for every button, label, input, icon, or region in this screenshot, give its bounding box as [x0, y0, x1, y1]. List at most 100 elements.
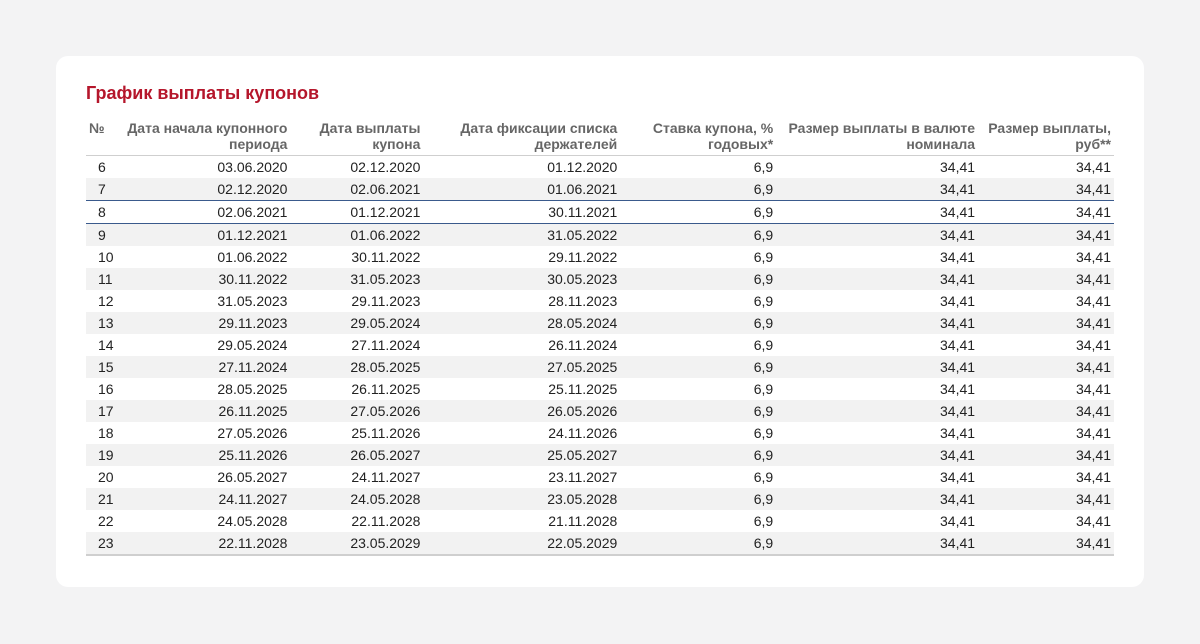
cell-payment-date: 26.05.2027	[290, 444, 424, 466]
cell-record-date: 28.05.2024	[423, 312, 621, 334]
cell-coupon-rate: 6,9	[753, 337, 774, 353]
cell-payment-date: 02.06.2021	[290, 178, 424, 201]
cell-record-date: 01.12.2020	[547, 159, 618, 175]
cell-number: 12	[98, 293, 114, 309]
table-row: 15 27.11.2024 28.05.2025 27.05.2025 6,9 34,41…	[86, 356, 1114, 378]
cell-amount-rub: 34,41	[1075, 293, 1111, 309]
cell-amount-currency: 34,41	[776, 268, 979, 290]
cell-record-date: 23.05.2028	[423, 488, 621, 510]
cell-number: 16	[98, 381, 114, 397]
cell-period-start: 28.05.2025	[217, 381, 288, 397]
cell-coupon-rate: 6,9	[620, 178, 777, 201]
cell-amount-rub: 34,41	[1075, 469, 1111, 485]
cell-number: 11	[86, 268, 117, 290]
cell-amount-rub: 34,41	[1075, 249, 1111, 265]
cell-payment-date: 28.05.2025	[290, 356, 424, 378]
column-header-number: №	[86, 118, 117, 156]
cell-amount-currency: 34,41	[776, 444, 979, 466]
cell-period-start: 02.12.2020	[116, 178, 291, 201]
cell-period-start: 27.05.2026	[217, 425, 288, 441]
cell-record-date: 28.11.2023	[548, 293, 618, 309]
cell-payment-date: 29.11.2023	[351, 293, 421, 309]
cell-record-date: 29.11.2022	[548, 249, 618, 265]
table-row: 9 01.12.2021 01.06.2022 31.05.2022 6,9 34,41 3…	[86, 223, 1114, 246]
column-header-amount-currency: Размер выплаты в валюте номинала	[776, 118, 979, 156]
table-row: 8 02.06.2021 01.12.2021 30.11.2021 6,9 34,41 3…	[86, 200, 1114, 224]
cell-record-date: 30.11.2021	[423, 200, 621, 224]
cell-amount-rub: 34,41	[1075, 425, 1111, 441]
cell-coupon-rate: 6,9	[753, 159, 774, 175]
cell-period-start: 24.11.2027	[116, 488, 291, 510]
column-header-coupon-rate: Ставка купона, % годовых*	[620, 118, 777, 156]
cell-amount-currency: 34,41	[940, 469, 976, 485]
cell-amount-rub: 34,41	[978, 532, 1114, 556]
cell-amount-currency: 34,41	[776, 312, 979, 334]
cell-number: 10	[98, 249, 114, 265]
cell-amount-currency: 34,41	[776, 532, 979, 556]
cell-amount-currency: 34,41	[776, 178, 979, 201]
cell-record-date: 25.11.2025	[548, 381, 618, 397]
cell-period-start: 02.06.2021	[116, 200, 291, 224]
cell-record-date: 30.05.2023	[423, 268, 621, 290]
cell-record-date: 27.05.2025	[423, 356, 621, 378]
cell-amount-rub: 34,41	[1075, 381, 1111, 397]
cell-payment-date: 01.06.2022	[290, 223, 424, 246]
cell-amount-rub: 34,41	[978, 268, 1114, 290]
cell-amount-currency: 34,41	[940, 337, 976, 353]
cell-coupon-rate: 6,9	[753, 469, 774, 485]
cell-amount-currency: 34,41	[940, 381, 976, 397]
cell-period-start: 27.11.2024	[116, 356, 291, 378]
cell-period-start: 24.05.2028	[217, 513, 288, 529]
cell-amount-currency: 34,41	[776, 200, 979, 224]
column-header-record-date: Дата фиксации списка держателей	[423, 118, 621, 156]
cell-payment-date: 24.11.2027	[351, 469, 421, 485]
cell-payment-date: 31.05.2023	[290, 268, 424, 290]
table-row: 22 24.05.2028 22.11.2028 21.11.2028 6,9 34,41…	[86, 510, 1114, 532]
cell-record-date: 26.05.2026	[423, 400, 621, 422]
cell-coupon-rate: 6,9	[753, 425, 774, 441]
cell-payment-date: 23.05.2029	[290, 532, 424, 556]
cell-number: 19	[86, 444, 117, 466]
cell-coupon-rate: 6,9	[620, 444, 777, 466]
cell-amount-rub: 34,41	[978, 444, 1114, 466]
table-row: 14 29.05.2024 27.11.2024 26.11.2024 6,9 34,41…	[86, 334, 1114, 356]
cell-amount-currency: 34,41	[776, 400, 979, 422]
table-row: 7 02.12.2020 02.06.2021 01.06.2021 6,9 34,41 3…	[86, 178, 1114, 201]
table-row: 16 28.05.2025 26.11.2025 25.11.2025 6,9 34,41…	[86, 378, 1114, 400]
cell-amount-rub: 34,41	[978, 312, 1114, 334]
cell-amount-rub: 34,41	[978, 356, 1114, 378]
cell-number: 22	[98, 513, 114, 529]
cell-number: 14	[98, 337, 114, 353]
cell-coupon-rate: 6,9	[753, 293, 774, 309]
cell-number: 17	[86, 400, 117, 422]
cell-amount-currency: 34,41	[776, 223, 979, 246]
table-row: 12 31.05.2023 29.11.2023 28.11.2023 6,9 34,41…	[86, 290, 1114, 312]
cell-amount-rub: 34,41	[978, 200, 1114, 224]
cell-coupon-rate: 6,9	[620, 400, 777, 422]
cell-record-date: 24.11.2026	[548, 425, 618, 441]
cell-number: 13	[86, 312, 117, 334]
table-row: 11 30.11.2022 31.05.2023 30.05.2023 6,9 34,41…	[86, 268, 1114, 290]
cell-record-date: 21.11.2028	[548, 513, 618, 529]
cell-coupon-rate: 6,9	[620, 223, 777, 246]
cell-number: 23	[86, 532, 117, 556]
cell-number: 15	[86, 356, 117, 378]
cell-number: 18	[98, 425, 114, 441]
table-row: 10 01.06.2022 30.11.2022 29.11.2022 6,9 34,41…	[86, 246, 1114, 268]
cell-period-start: 25.11.2026	[116, 444, 291, 466]
cell-period-start: 03.06.2020	[217, 159, 288, 175]
cell-coupon-rate: 6,9	[620, 312, 777, 334]
cell-payment-date: 02.12.2020	[350, 159, 421, 175]
cell-period-start: 26.05.2027	[217, 469, 288, 485]
cell-number: 6	[98, 159, 106, 175]
cell-amount-currency: 34,41	[776, 488, 979, 510]
cell-coupon-rate: 6,9	[620, 268, 777, 290]
coupon-schedule-table: № Дата начала купонного периода Дата вып…	[86, 118, 1114, 556]
cell-period-start: 29.05.2024	[217, 337, 288, 353]
table-row: 20 26.05.2027 24.11.2027 23.11.2027 6,9 34,41…	[86, 466, 1114, 488]
cell-payment-date: 27.05.2026	[290, 400, 424, 422]
cell-amount-currency: 34,41	[776, 356, 979, 378]
cell-coupon-rate: 6,9	[620, 356, 777, 378]
cell-amount-rub: 34,41	[1075, 513, 1111, 529]
cell-payment-date: 25.11.2026	[351, 425, 421, 441]
